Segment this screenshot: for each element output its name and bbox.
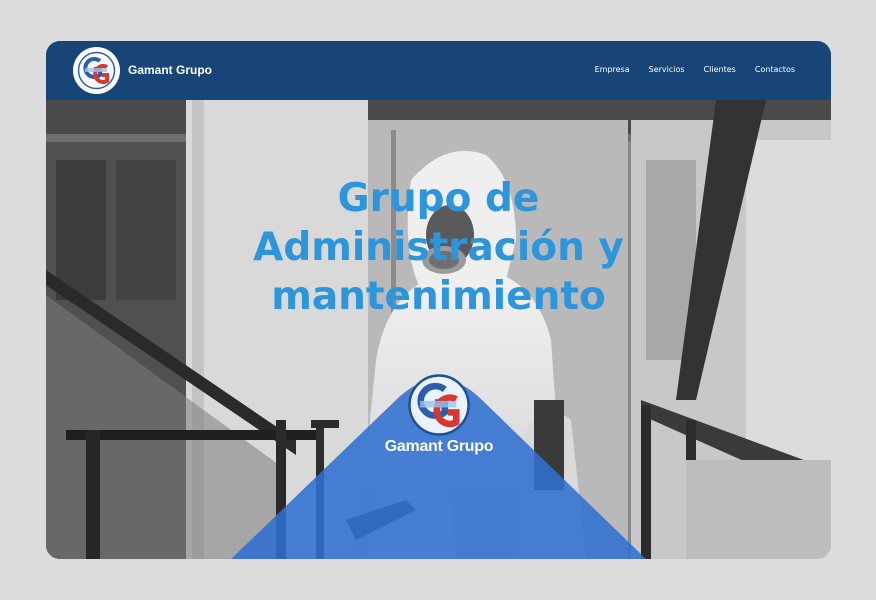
nav-item-contactos[interactable]: Contactos (755, 65, 795, 74)
top-navbar: Gamant Grupo Empresa Servicios Clientes … (46, 41, 831, 100)
headline-line-2: Administración y (253, 225, 624, 270)
hero-section: Gamant Grupo Grupo de Administración y m… (46, 100, 831, 559)
hero-badge-triangle (231, 379, 646, 559)
nav-item-clientes[interactable]: Clientes (704, 65, 736, 74)
main-menu: Empresa Servicios Clientes Contactos (595, 65, 795, 74)
browser-frame: Gamant Grupo Empresa Servicios Clientes … (46, 41, 831, 559)
badge-brand-name: Gamant Grupo (384, 438, 494, 455)
gamant-logo-icon[interactable] (73, 47, 120, 94)
brand-name[interactable]: Gamant Grupo (128, 63, 212, 77)
headline-line-3: mantenimiento (271, 274, 606, 319)
hero-headline: Grupo de Administración y mantenimiento (46, 174, 831, 321)
nav-item-empresa[interactable]: Empresa (595, 65, 630, 74)
badge-logo-icon (408, 374, 470, 436)
headline-line-1: Grupo de (337, 176, 540, 221)
nav-item-servicios[interactable]: Servicios (649, 65, 685, 74)
